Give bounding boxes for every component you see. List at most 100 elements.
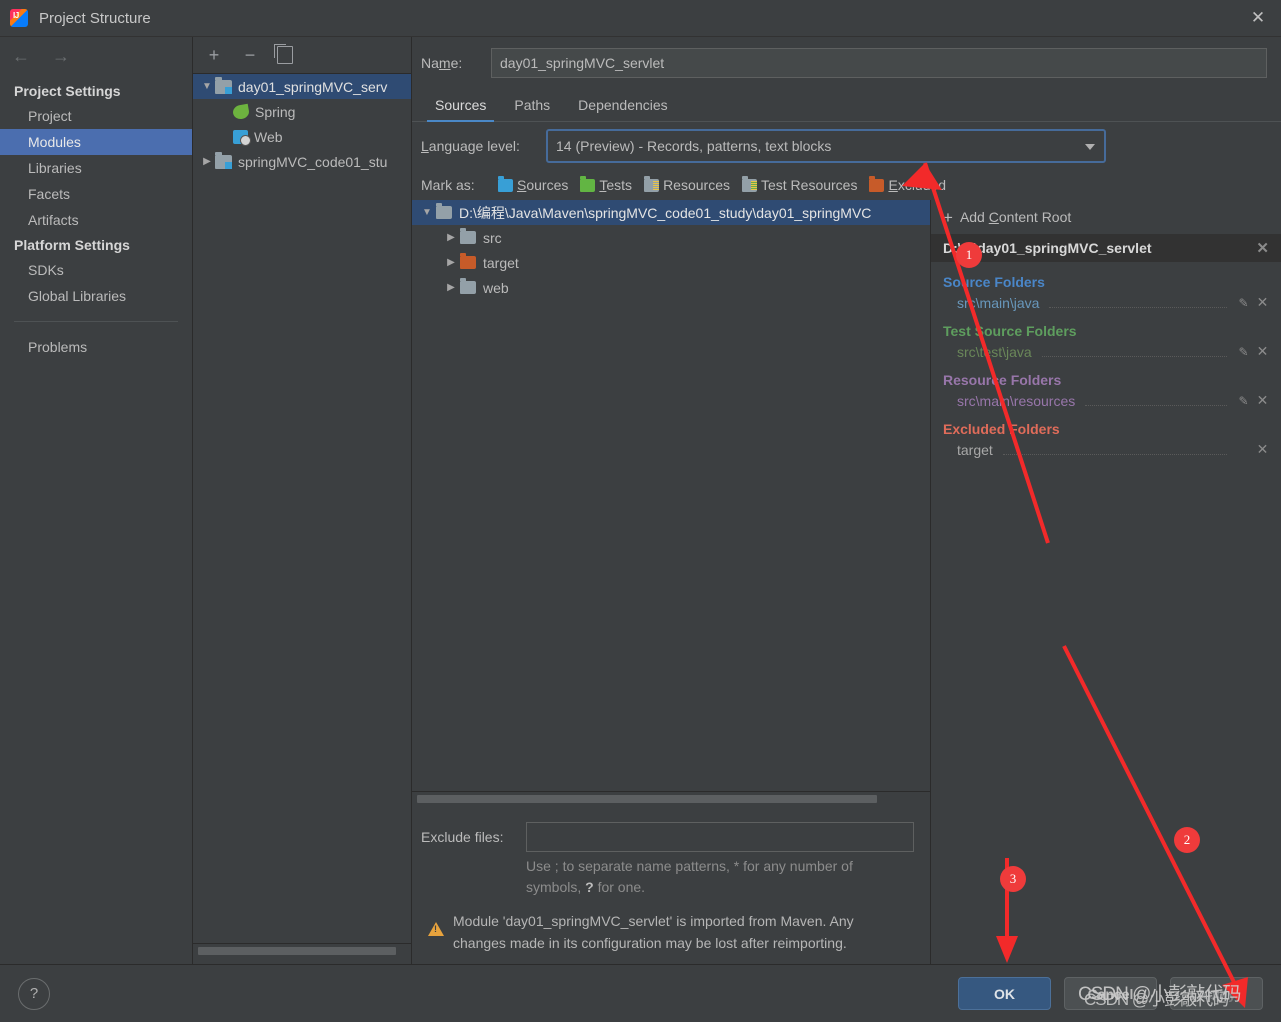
module-folder-icon [215, 76, 232, 94]
mark-as-tests-button[interactable]: Tests [575, 175, 639, 195]
cancel-button[interactable]: Cancel [1064, 977, 1157, 1010]
tree-row[interactable]: ▼ D:\编程\Java\Maven\springMVC_code01_stud… [412, 200, 930, 225]
add-content-root-label: Add Content Root [959, 209, 1072, 225]
mark-as-test-resources-label: Test Resources [760, 177, 858, 193]
sidebar-item-sdks[interactable]: SDKs [0, 257, 192, 283]
test-source-folders-group: Test Source Folders src\test\java ✎ ✕ [931, 311, 1281, 360]
page-title: Project Structure [39, 9, 151, 27]
ok-button[interactable]: OK [958, 977, 1051, 1010]
sidebar-item-facets[interactable]: Facets [0, 181, 192, 207]
module-name-label: Name: [421, 55, 463, 71]
exclude-files-input[interactable] [526, 822, 914, 852]
forward-arrow-icon[interactable]: → [52, 47, 72, 67]
mark-as-resources-button[interactable]: Resources [639, 175, 737, 195]
mark-as-row: Mark as: Sources Tests Resources Test Re… [412, 170, 1281, 200]
mark-as-excluded-button[interactable]: Excluded [864, 175, 953, 195]
tests-folder-icon [580, 175, 596, 192]
close-icon[interactable]: ✕ [1235, 0, 1281, 36]
tree-row-label: day01_springMVC_serv [238, 78, 388, 95]
scrollbar-thumb[interactable] [417, 795, 877, 803]
source-folder-path: src\main\java [957, 294, 1040, 311]
tree-row[interactable]: Spring [193, 99, 411, 124]
mark-as-test-resources-button[interactable]: Test Resources [737, 175, 864, 195]
tab-dependencies[interactable]: Dependencies [564, 93, 682, 121]
test-source-folder-row[interactable]: src\test\java ✎ ✕ [943, 339, 1281, 360]
twisty-icon[interactable]: ▶ [199, 156, 215, 167]
dotted-filler [1085, 395, 1227, 406]
copy-module-icon[interactable] [274, 44, 293, 64]
dialog-body: ← → Project Settings Project Modules Lib… [0, 36, 1281, 964]
sidebar-item-problems[interactable]: Problems [0, 334, 192, 360]
maven-warning-text: Module 'day01_springMVC_servlet' is impo… [453, 913, 854, 951]
edit-pencil-icon[interactable]: ✎ [1237, 394, 1250, 408]
tree-row[interactable]: ▶ springMVC_code01_stu [193, 149, 411, 174]
exclude-files-hint: Use ; to separate name patterns, * for a… [412, 856, 930, 898]
module-name-input[interactable] [491, 48, 1267, 78]
exclude-hint-line2-post: for one. [593, 879, 646, 895]
scrollbar-thumb[interactable] [198, 947, 396, 955]
test-resources-folder-icon [741, 175, 757, 192]
excluded-folder-row[interactable]: target ✕ [943, 437, 1281, 458]
resource-folder-row[interactable]: src\main\resources ✎ ✕ [943, 388, 1281, 409]
twisty-icon[interactable]: ▼ [199, 81, 215, 92]
tree-row-label: web [483, 279, 509, 296]
modules-column: + − ▼ day01_springMVC_serv Spring Web ▶ … [193, 37, 412, 964]
remove-module-button[interactable]: − [241, 46, 259, 64]
edit-pencil-icon[interactable]: ✎ [1237, 296, 1250, 310]
remove-folder-icon[interactable]: ✕ [1256, 441, 1269, 458]
tree-row[interactable]: ▶ src [412, 225, 930, 250]
add-module-button[interactable]: + [205, 46, 223, 64]
apply-button[interactable]: Apply [1170, 977, 1263, 1010]
sidebar-item-global-libraries[interactable]: Global Libraries [0, 283, 192, 309]
language-level-row: Language level: 14 (Preview) - Records, … [412, 122, 1281, 170]
grey-folder-icon [460, 228, 476, 244]
tree-row-label: Spring [255, 103, 296, 120]
tree-row[interactable]: Web [193, 124, 411, 149]
add-content-root-button[interactable]: + Add Content Root [931, 200, 1281, 234]
grey-folder-icon [460, 278, 476, 294]
remove-content-root-icon[interactable]: ✕ [1256, 241, 1269, 256]
settings-sidebar: ← → Project Settings Project Modules Lib… [0, 37, 193, 964]
back-arrow-icon[interactable]: ← [12, 47, 32, 67]
edit-pencil-icon[interactable]: ✎ [1237, 345, 1250, 359]
remove-folder-icon[interactable]: ✕ [1256, 392, 1269, 409]
tree-row[interactable]: ▶ target [412, 250, 930, 275]
project-structure-dialog: Project Structure ✕ ← → Project Settings… [0, 0, 1281, 1022]
source-folder-row[interactable]: src\main\java ✎ ✕ [943, 290, 1281, 311]
twisty-icon[interactable]: ▶ [442, 282, 460, 293]
exclude-files-area: Exclude files: Use ; to separate name pa… [412, 812, 930, 964]
content-root-path: D:\...\day01_springMVC_servlet [943, 240, 1152, 256]
help-button[interactable]: ? [18, 977, 50, 1010]
grey-folder-icon [436, 203, 452, 219]
test-source-folder-path: src\test\java [957, 343, 1032, 360]
sidebar-item-libraries[interactable]: Libraries [0, 155, 192, 181]
tree-row-label: Web [254, 128, 283, 145]
mark-as-excluded-label: Excluded [888, 177, 947, 193]
mark-as-sources-button[interactable]: Sources [493, 175, 575, 195]
sidebar-item-modules[interactable]: Modules [0, 129, 192, 155]
resource-folders-group: Resource Folders src\main\resources ✎ ✕ [931, 360, 1281, 409]
resources-folder-icon [644, 175, 660, 192]
twisty-icon[interactable]: ▼ [418, 207, 436, 218]
remove-folder-icon[interactable]: ✕ [1256, 343, 1269, 360]
tab-sources[interactable]: Sources [421, 93, 500, 122]
maven-warning: Module 'day01_springMVC_servlet' is impo… [412, 898, 930, 964]
sidebar-item-project[interactable]: Project [0, 103, 192, 129]
twisty-icon[interactable]: ▶ [442, 232, 460, 243]
tab-paths[interactable]: Paths [500, 93, 564, 121]
language-level-select[interactable]: 14 (Preview) - Records, patterns, text b… [546, 129, 1106, 163]
tree-row[interactable]: ▼ day01_springMVC_serv [193, 74, 411, 99]
dialog-footer: ? OK Cancel Apply [0, 964, 1281, 1022]
sidebar-group-project-settings: Project Settings [14, 83, 121, 99]
modules-horizontal-scrollbar[interactable] [193, 943, 411, 964]
dotted-filler [1002, 444, 1227, 455]
exclude-files-label: Exclude files: [421, 829, 504, 845]
chevron-down-icon[interactable] [1085, 144, 1095, 150]
tree-row[interactable]: ▶ web [412, 275, 930, 300]
twisty-icon[interactable]: ▶ [442, 257, 460, 268]
remove-folder-icon[interactable]: ✕ [1256, 294, 1269, 311]
content-root-horizontal-scrollbar[interactable] [412, 791, 930, 812]
sidebar-item-artifacts[interactable]: Artifacts [0, 207, 192, 233]
content-root-tree: ▼ D:\编程\Java\Maven\springMVC_code01_stud… [412, 200, 930, 791]
orange-folder-icon [460, 253, 476, 269]
